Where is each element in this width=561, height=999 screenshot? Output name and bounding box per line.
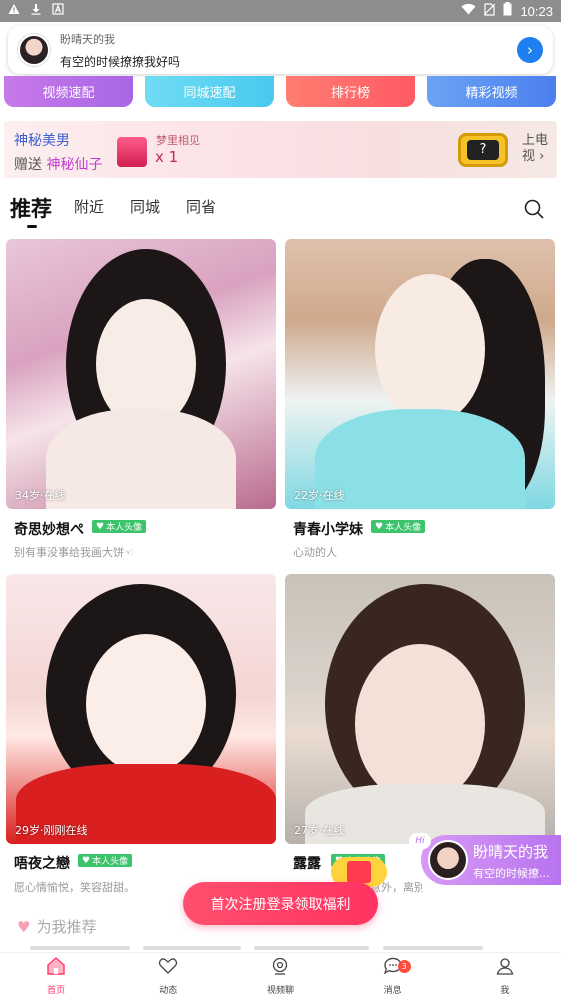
profile-photo[interactable]: 22岁·在线 xyxy=(285,239,555,509)
search-icon[interactable] xyxy=(524,199,544,219)
profile-bio: 愿心情愉悦，笑容甜甜。 xyxy=(14,881,135,894)
invite-name: 盼晴天的我 xyxy=(473,843,549,861)
wifi-icon xyxy=(461,3,476,19)
tv-icon: ? xyxy=(458,133,508,167)
profile-photo[interactable]: 29岁·刚刚在线 xyxy=(6,574,276,844)
recommend-header: ♥ 为我推荐 xyxy=(17,916,96,937)
heart-outline-icon xyxy=(158,956,178,980)
promo-sender: 神秘美男 xyxy=(14,133,70,149)
featured-video-button[interactable]: 精彩视频 xyxy=(427,76,556,107)
camera-icon xyxy=(270,956,290,980)
recommend-thumbnail[interactable] xyxy=(30,946,130,950)
age-status: 29岁·刚刚在线 xyxy=(15,824,88,837)
verified-badge: ♥ 本人头像 xyxy=(371,520,426,533)
battery-icon xyxy=(503,2,512,20)
recommend-label: 为我推荐 xyxy=(36,918,97,936)
hi-bubble: Hi xyxy=(409,833,431,849)
ranking-button[interactable]: 排行榜 xyxy=(286,76,415,107)
home-icon xyxy=(46,956,66,980)
status-time: 10:23 xyxy=(520,3,553,19)
video-match-button[interactable]: 视频速配 xyxy=(4,76,133,107)
profile-bio: 别有事没事给我画大饼☜ xyxy=(14,546,134,559)
user-icon xyxy=(495,956,515,980)
verified-badge: ♥ 本人头像 xyxy=(78,854,133,867)
profile-photo[interactable]: 34岁·在线 xyxy=(6,239,276,509)
nav-video-chat[interactable]: 视频聊 xyxy=(240,953,320,999)
nav-messages[interactable]: 3 消息 xyxy=(353,953,433,999)
recommend-thumbnail[interactable] xyxy=(143,946,241,950)
tab-same-province[interactable]: 同省 xyxy=(186,196,216,217)
profile-name[interactable]: 露露 xyxy=(293,853,321,873)
tab-recommend[interactable]: 推荐 xyxy=(10,193,52,223)
message-notification[interactable]: 盼晴天的我 有空的时候撩撩我好吗 › xyxy=(8,26,553,74)
profile-name[interactable]: 唔夜之戀 xyxy=(14,853,70,873)
verified-badge: ♥ 本人头像 xyxy=(92,520,147,533)
status-bar: 10:23 xyxy=(0,0,561,22)
avatar xyxy=(18,34,50,66)
profile-bio: 心动的人 xyxy=(293,546,337,559)
gift-box-icon xyxy=(117,137,147,167)
age-status: 22岁·在线 xyxy=(294,489,345,502)
age-status: 34岁·在线 xyxy=(15,489,66,502)
gift-promo-banner[interactable]: 神秘美男 赠送 神秘仙子 梦里相见 x 1 ? 上电视 › xyxy=(4,121,557,178)
tab-nearby[interactable]: 附近 xyxy=(74,196,104,217)
notification-sender: 盼晴天的我 xyxy=(60,32,115,46)
bottom-navigation: 首页 动态 视频聊 3 消息 我 xyxy=(0,952,561,999)
unread-count-badge: 3 xyxy=(397,960,411,973)
promo-gift-line: 赠送 神秘仙子 xyxy=(14,157,103,173)
no-sim-icon xyxy=(484,2,496,20)
heart-icon: ♥ xyxy=(17,917,31,936)
chevron-right-icon[interactable]: › xyxy=(517,37,543,63)
profile-name[interactable]: 青春小学妹 xyxy=(293,519,363,539)
promo-gift-count: x 1 xyxy=(155,148,179,166)
tab-indicator xyxy=(27,225,37,228)
download-icon xyxy=(30,3,42,19)
profile-photo[interactable]: 27岁·在线 xyxy=(285,574,555,844)
register-reward-button[interactable]: 首次注册登录领取福利 xyxy=(183,882,378,925)
floating-chat-invite[interactable]: Hi 盼晴天的我 有空的时候撩... xyxy=(409,833,561,885)
notification-message: 有空的时候撩撩我好吗 xyxy=(60,54,181,69)
nav-moments[interactable]: 动态 xyxy=(128,953,208,999)
recommend-thumbnail[interactable] xyxy=(254,946,369,950)
warning-icon xyxy=(8,3,20,19)
promo-gift-title: 梦里相见 xyxy=(156,134,200,147)
nav-home[interactable]: 首页 xyxy=(16,953,96,999)
invite-message: 有空的时候撩... xyxy=(473,867,550,880)
avatar xyxy=(428,840,468,880)
recommend-thumbnail[interactable] xyxy=(383,946,483,950)
app-a-icon xyxy=(52,3,64,19)
go-on-tv-link[interactable]: 上电视 › xyxy=(522,133,552,165)
tab-same-city[interactable]: 同城 xyxy=(130,196,160,217)
age-status: 27岁·在线 xyxy=(294,824,345,837)
profile-name[interactable]: 奇思妙想ぺ xyxy=(14,519,84,539)
nav-me[interactable]: 我 xyxy=(465,953,545,999)
local-match-button[interactable]: 同城速配 xyxy=(145,76,274,107)
